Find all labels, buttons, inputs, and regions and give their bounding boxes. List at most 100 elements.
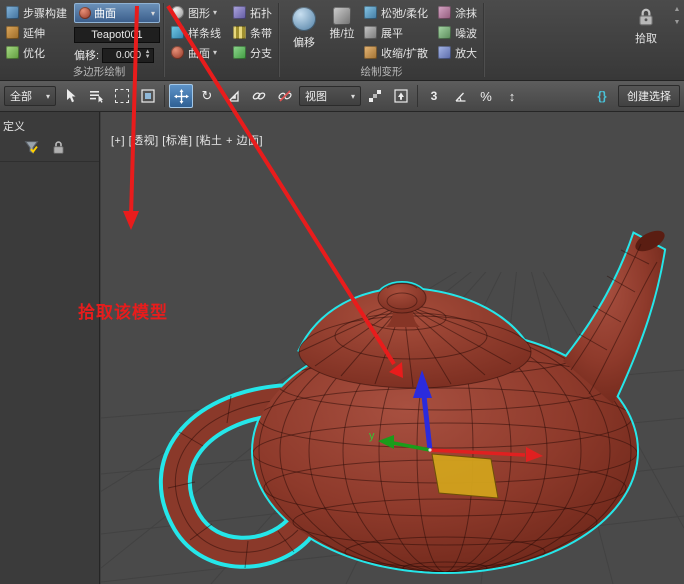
ribbon-item-flatten[interactable]: 展平 [361,23,431,42]
surface-button-label: 曲面 [94,5,116,21]
paint-offset-button[interactable]: 偏移 [283,3,325,64]
select-and-link-button[interactable] [247,84,271,108]
push-pull-button[interactable]: 推/拉 [325,3,359,64]
3dsmax-window: 步骤构建 延伸 优化 曲面 ▾ Teapot001 [0,0,684,584]
main-toolbar: 全部 ▾ [0,81,684,112]
ribbon-panel-paint-deform: 偏移 推/拉 松弛/柔化 展平 收缩/扩散 [280,0,483,80]
ribbon-item-label: 优化 [23,45,45,61]
ribbon-item-label: 延伸 [23,25,45,41]
ribbon: 步骤构建 延伸 优化 曲面 ▾ Teapot001 [0,0,684,81]
enlarge-icon [438,46,451,59]
step-build-icon [6,6,19,19]
optimize-icon [6,46,19,59]
create-selection-label: 创建选择 [627,88,671,104]
ribbon-item-shape[interactable]: 图形 ▾ [168,3,224,22]
ribbon-item-noise[interactable]: 噪波 [435,23,480,42]
lock-icon[interactable] [51,140,66,155]
chevron-down-icon: ▼ [674,19,681,26]
select-object-button[interactable] [58,84,82,108]
selection-filter-value: 全部 [10,88,32,104]
chevron-down-icon: ▾ [46,92,50,101]
rotate-icon: ↻ [202,88,213,104]
ribbon-item-branch[interactable]: 分支 [230,43,275,62]
chevron-down-icon: ▾ [351,92,355,101]
ribbon-item-enlarge[interactable]: 放大 [435,43,480,62]
use-pivot-center-button[interactable] [363,84,387,108]
rectangular-selection-button[interactable] [110,84,134,108]
branch-icon [233,46,246,59]
reference-coordinate-dropdown[interactable]: 视图 ▾ [299,86,361,106]
ribbon-item-relax[interactable]: 松弛/柔化 [361,3,431,22]
filter-funnel-icon[interactable] [24,140,39,155]
ribbon-item-topology[interactable]: 拓扑 [230,3,275,22]
surface-icon [171,46,184,59]
viewport-label[interactable]: [+] [透视] [标准] [粘土 + 边面] [111,132,263,148]
spinner-arrows-icon[interactable]: ▲▼ [143,49,152,62]
percent-snap-button[interactable]: % [474,84,498,108]
viewport[interactable]: y [+] [透视] [标准] [粘土 + 边面] [101,112,684,584]
ribbon-panel-pick: 拾取 [622,0,670,80]
chevron-down-icon: ▾ [213,48,217,57]
ribbon-item-surface2[interactable]: 曲面 ▾ [168,43,224,62]
ribbon-item-extend[interactable]: 延伸 [3,23,70,42]
selection-lock-toggle-button[interactable] [389,84,413,108]
window-crossing-button[interactable] [136,84,160,108]
ribbon-item-strip[interactable]: 条带 [230,23,275,42]
snap-toggle-button[interactable]: 3 [422,84,446,108]
snap-3d-icon: 3 [431,89,438,103]
offset-spinner-row: 偏移: 0.000 ▲▼ [74,47,160,63]
ribbon-collapse-controls[interactable]: ▲ ▼ [670,0,684,80]
ribbon-item-spline[interactable]: 样条线 [168,23,224,42]
select-and-scale-button[interactable] [221,84,245,108]
spinner-snap-button[interactable]: ↕ [500,84,524,108]
select-and-move-button[interactable] [169,84,193,108]
ribbon-item-label: 图形 [188,5,210,21]
chevron-down-icon: ▾ [151,9,155,18]
panel-caption: 绘制变形 [280,64,483,79]
ribbon-item-label: 噪波 [455,25,477,41]
cursor-icon [64,89,77,103]
panel-caption: 多边形绘制 [4,64,194,79]
viewport-canvas: y [101,112,684,584]
surface-icon [79,7,91,19]
paint-offset-label: 偏移 [293,34,315,50]
ribbon-item-label: 松弛/柔化 [381,5,428,21]
pick-button[interactable]: 拾取 [625,3,667,64]
ribbon-item-label: 展平 [381,25,403,41]
noise-icon [438,26,451,39]
link-chain-icon [251,89,267,103]
offset-value: 0.000 [116,50,141,61]
shrink-spread-icon [364,46,377,59]
surface-dropdown-button[interactable]: 曲面 ▾ [74,3,160,23]
ribbon-item-step-build[interactable]: 步骤构建 [3,3,70,22]
strip-icon [233,26,246,39]
selection-filter-dropdown[interactable]: 全部 ▾ [4,86,56,106]
topology-icon [233,6,246,19]
angle-snap-button[interactable] [448,84,472,108]
unlink-selection-button[interactable] [273,84,297,108]
scale-icon [227,90,240,103]
move-icon [174,89,189,104]
select-and-rotate-button[interactable]: ↻ [195,84,219,108]
ribbon-item-label: 曲面 [188,45,210,61]
ribbon-item-shrink-spread[interactable]: 收缩/扩散 [361,43,431,62]
window-crossing-icon [141,89,155,103]
picked-object-name-field[interactable]: Teapot001 [74,27,160,43]
ribbon-item-label: 条带 [250,25,272,41]
smear-icon [438,6,451,19]
braces-icon: {} [597,89,606,103]
list-cursor-icon [89,89,103,103]
select-by-name-button[interactable] [84,84,108,108]
push-pull-icon [333,7,351,25]
ribbon-item-optimize[interactable]: 优化 [3,43,70,62]
spinner-snap-icon: ↕ [509,89,516,104]
ribbon-item-smear[interactable]: 涂抹 [435,3,480,22]
ribbon-item-label: 分支 [250,45,272,61]
sidebar-title: 定义 [0,112,99,138]
create-selection-set-button[interactable]: 创建选择 [618,85,680,107]
ribbon-item-label: 放大 [455,45,477,61]
offset-value-field[interactable]: 0.000 ▲▼ [102,48,154,63]
selection-region-icon [115,89,129,103]
sidebar-icon-row [0,138,99,162]
named-selection-sets-button[interactable]: {} [590,84,614,108]
